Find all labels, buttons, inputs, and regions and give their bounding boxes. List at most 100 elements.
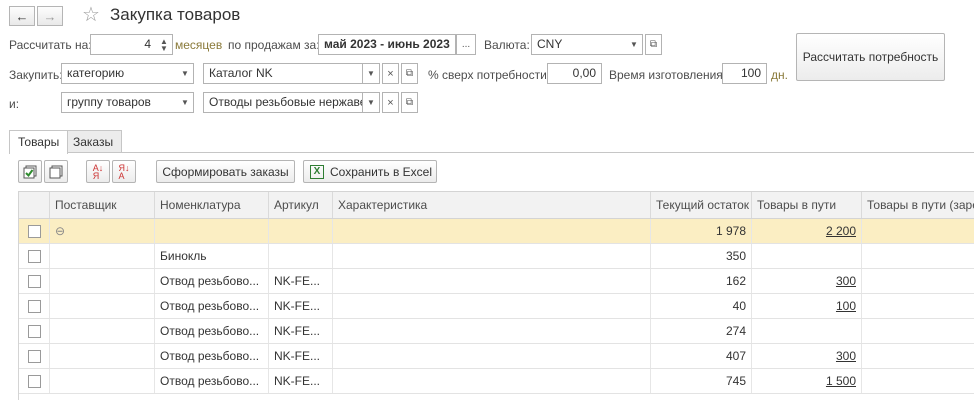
- cell-nomenclature: Отвод резьбово...: [155, 344, 269, 368]
- and-group-select[interactable]: Отводы резьбовые нержавею: [203, 92, 363, 113]
- cell-in-transit-link[interactable]: 300: [836, 274, 856, 288]
- extra-input[interactable]: 0,00: [547, 63, 602, 84]
- save-excel-label: Сохранить в Excel: [330, 164, 433, 179]
- cell-in-transit-link[interactable]: 300: [836, 349, 856, 363]
- back-button[interactable]: ←: [9, 6, 35, 26]
- cell-characteristic: [333, 344, 651, 368]
- sort-desc-icon: Я↓ А: [118, 162, 130, 181]
- cell-in-transit-reserved: [862, 369, 974, 393]
- cell-stock: 162: [651, 269, 752, 293]
- period-select-button[interactable]: ...: [456, 34, 476, 55]
- cell-supplier: [50, 294, 155, 318]
- currency-select[interactable]: CNY: [531, 34, 627, 55]
- uncheck-all-button[interactable]: [44, 160, 68, 183]
- check-all-button[interactable]: [18, 160, 42, 183]
- table-row[interactable]: Отвод резьбово... NK-FE... 407 300: [19, 344, 974, 369]
- table-row[interactable]: Отвод резьбово... NK-FE... 274: [19, 319, 974, 344]
- uncheck-all-icon: [49, 165, 63, 178]
- buy-type-dropdown-button[interactable]: ▼: [177, 63, 194, 84]
- row-checkbox[interactable]: [27, 249, 41, 263]
- cell-in-transit-reserved: [862, 269, 974, 293]
- and-type-select[interactable]: группу товаров: [61, 92, 178, 113]
- cell-in-transit-reserved: [862, 344, 974, 368]
- cell-nomenclature: Бинокль: [155, 244, 269, 268]
- and-type-dropdown-button[interactable]: ▼: [177, 92, 194, 113]
- header-in-transit[interactable]: Товары в пути: [752, 192, 862, 218]
- cell-supplier: [50, 319, 155, 343]
- header-supplier[interactable]: Поставщик: [50, 192, 155, 218]
- form-orders-button[interactable]: Сформировать заказы: [156, 160, 295, 183]
- header-nomenclature[interactable]: Номенклатура: [155, 192, 269, 218]
- extra-label: % сверх потребности:: [428, 68, 551, 82]
- cell-stock: 407: [651, 344, 752, 368]
- header-in-transit-reserved[interactable]: Товары в пути (зарез: [862, 192, 974, 218]
- table-group-row[interactable]: ⊖ 1 978 2 200: [19, 219, 974, 244]
- cell-in-transit-link[interactable]: 1 500: [826, 374, 856, 388]
- and-group-open-button[interactable]: ⧉: [401, 92, 418, 113]
- sort-asc-button[interactable]: А↓ Я: [86, 160, 110, 183]
- row-checkbox[interactable]: [27, 299, 41, 313]
- buy-catalog-select[interactable]: Каталог NK: [203, 63, 363, 84]
- currency-dropdown-button[interactable]: ▼: [626, 34, 643, 55]
- row-checkbox[interactable]: [27, 324, 41, 338]
- star-icon[interactable]: ☆: [82, 2, 100, 27]
- buy-catalog-clear-button[interactable]: ×: [382, 63, 399, 84]
- row-checkbox[interactable]: [27, 224, 41, 238]
- table-row[interactable]: Отвод резьбово... NK-FE... 40 100: [19, 294, 974, 319]
- row-checkbox[interactable]: [27, 274, 41, 288]
- chevron-down-icon: ▼: [181, 98, 189, 107]
- calc-for-label: Рассчитать на:: [9, 38, 92, 52]
- sort-desc-button[interactable]: Я↓ А: [112, 160, 136, 183]
- period-field[interactable]: май 2023 - июнь 2023: [318, 34, 456, 55]
- currency-label: Валюта:: [484, 38, 530, 52]
- forward-button[interactable]: →: [37, 6, 63, 26]
- chevron-down-icon: ▼: [367, 98, 375, 107]
- table-row[interactable]: Отвод резьбово... NK-FE... 745 1 500: [19, 369, 974, 394]
- header-checkbox-col: [19, 192, 50, 218]
- buy-catalog-dropdown-button[interactable]: ▼: [363, 63, 380, 84]
- sort-asc-icon: А↓ Я: [92, 162, 104, 181]
- cell-in-transit-link[interactable]: 100: [836, 299, 856, 313]
- cell-article: NK-FE...: [269, 369, 333, 393]
- group-in-transit-link[interactable]: 2 200: [826, 224, 856, 238]
- cell-in-transit-reserved: [862, 244, 974, 268]
- table-row[interactable]: Бинокль 350: [19, 244, 974, 269]
- calc-for-stepper[interactable]: ▲ ▼: [156, 34, 173, 55]
- production-input[interactable]: 100: [722, 63, 767, 84]
- row-checkbox[interactable]: [27, 374, 41, 388]
- cell-characteristic: [333, 244, 651, 268]
- and-group-clear-button[interactable]: ×: [382, 92, 399, 113]
- currency-open-button[interactable]: ⧉: [645, 34, 662, 55]
- header-article[interactable]: Артикул: [269, 192, 333, 218]
- arrow-right-icon: →: [43, 8, 57, 24]
- check-all-icon: [23, 165, 37, 178]
- tab-goods[interactable]: Товары: [9, 130, 69, 154]
- buy-label: Закупить:: [9, 68, 63, 82]
- cell-article: [269, 244, 333, 268]
- tab-orders[interactable]: Заказы: [64, 130, 123, 152]
- group-toggle[interactable]: ⊖: [50, 219, 155, 243]
- header-current-stock[interactable]: Текущий остаток: [651, 192, 752, 218]
- cell-characteristic: [333, 269, 651, 293]
- group-stock: 1 978: [651, 219, 752, 243]
- row-checkbox[interactable]: [27, 349, 41, 363]
- close-icon: ×: [387, 67, 394, 80]
- header-characteristic[interactable]: Характеристика: [333, 192, 651, 218]
- calc-for-input[interactable]: 4: [90, 34, 157, 55]
- cell-stock: 40: [651, 294, 752, 318]
- chevron-down-icon: ▼: [630, 40, 638, 49]
- cell-article: NK-FE...: [269, 294, 333, 318]
- buy-type-select[interactable]: категорию: [61, 63, 178, 84]
- table-row[interactable]: Отвод резьбово... NK-FE... 162 300: [19, 269, 974, 294]
- open-window-icon: ⧉: [405, 68, 414, 79]
- close-icon: ×: [387, 96, 394, 109]
- days-label: дн.: [771, 68, 788, 82]
- cell-supplier: [50, 344, 155, 368]
- and-group-dropdown-button[interactable]: ▼: [363, 92, 380, 113]
- calc-need-button[interactable]: Рассчитать потребность: [796, 33, 945, 81]
- table-header: Поставщик Номенклатура Артикул Характери…: [19, 192, 974, 219]
- cell-supplier: [50, 369, 155, 393]
- save-excel-button[interactable]: X Сохранить в Excel: [303, 160, 437, 183]
- and-label: и:: [9, 97, 20, 111]
- buy-catalog-open-button[interactable]: ⧉: [401, 63, 418, 84]
